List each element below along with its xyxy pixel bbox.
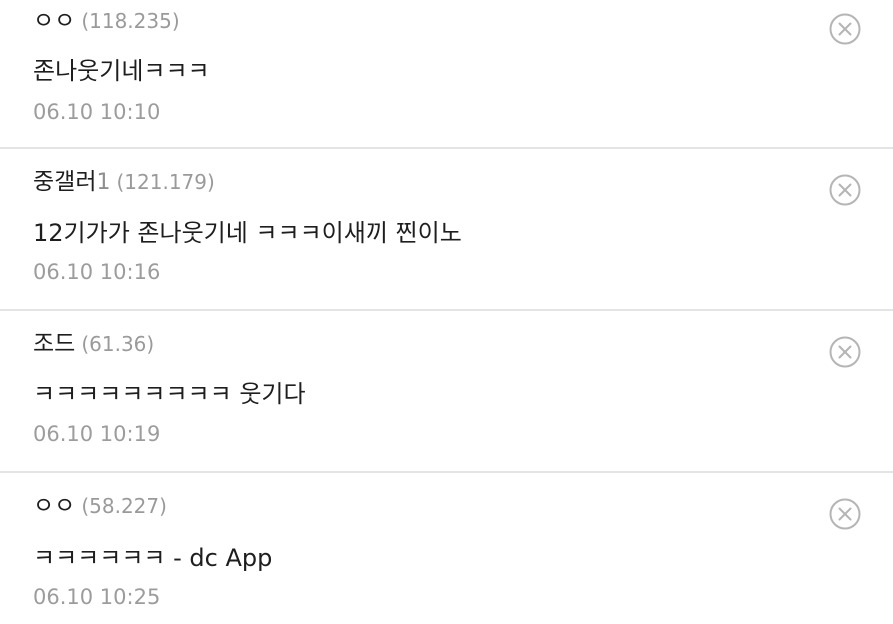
circle-x-icon (829, 13, 861, 45)
comment-header: ㅇㅇ (58.227) (33, 495, 167, 518)
comment-item: 중갤러1 (121.179) 12기가가 존나웃기네 ㅋㅋㅋ이새끼 찐이노 06.… (0, 149, 893, 311)
comment-item: ㅇㅇ (118.235) 존나웃기네ㅋㅋㅋ 06.10 10:10 (0, 0, 893, 149)
ip-address: (121.179) (116, 170, 215, 194)
ip-address: (118.235) (81, 9, 180, 33)
circle-x-icon (829, 498, 861, 530)
circle-x-icon (829, 336, 861, 368)
comment-item: ㅇㅇ (58.227) ㅋㅋㅋㅋㅋㅋ - dc App 06.10 10:25 (0, 473, 893, 624)
nickname[interactable]: ㅇㅇ (33, 493, 75, 519)
delete-comment-button[interactable] (829, 498, 861, 530)
circle-x-icon (829, 174, 861, 206)
ip-address: (61.36) (81, 332, 155, 356)
comment-header: 중갤러1 (121.179) (33, 171, 215, 194)
comment-text: ㅋㅋㅋㅋㅋㅋㅋㅋㅋ 웃기다 (33, 380, 306, 408)
nickname[interactable]: 조드 (33, 331, 75, 357)
nickname[interactable]: ㅇㅇ (33, 8, 75, 34)
ip-address: (58.227) (81, 494, 167, 518)
comment-date: 06.10 10:16 (33, 260, 161, 284)
comment-list: ㅇㅇ (118.235) 존나웃기네ㅋㅋㅋ 06.10 10:10 중갤러1 (12… (0, 0, 893, 624)
comment-header: ㅇㅇ (118.235) (33, 10, 180, 33)
comment-date: 06.10 10:25 (33, 585, 161, 609)
nickname[interactable]: 중갤러 (33, 169, 96, 195)
delete-comment-button[interactable] (829, 13, 861, 45)
comment-date: 06.10 10:19 (33, 422, 161, 446)
delete-comment-button[interactable] (829, 336, 861, 368)
comment-header: 조드 (61.36) (33, 333, 154, 356)
nickname-suffix: 1 (96, 170, 111, 195)
comment-item: 조드 (61.36) ㅋㅋㅋㅋㅋㅋㅋㅋㅋ 웃기다 06.10 10:19 (0, 311, 893, 473)
comment-text: ㅋㅋㅋㅋㅋㅋ - dc App (33, 544, 273, 572)
comment-text: 존나웃기네ㅋㅋㅋ (33, 57, 210, 85)
comment-date: 06.10 10:10 (33, 100, 161, 124)
delete-comment-button[interactable] (829, 174, 861, 206)
comment-text: 12기가가 존나웃기네 ㅋㅋㅋ이새끼 찐이노 (33, 219, 462, 247)
